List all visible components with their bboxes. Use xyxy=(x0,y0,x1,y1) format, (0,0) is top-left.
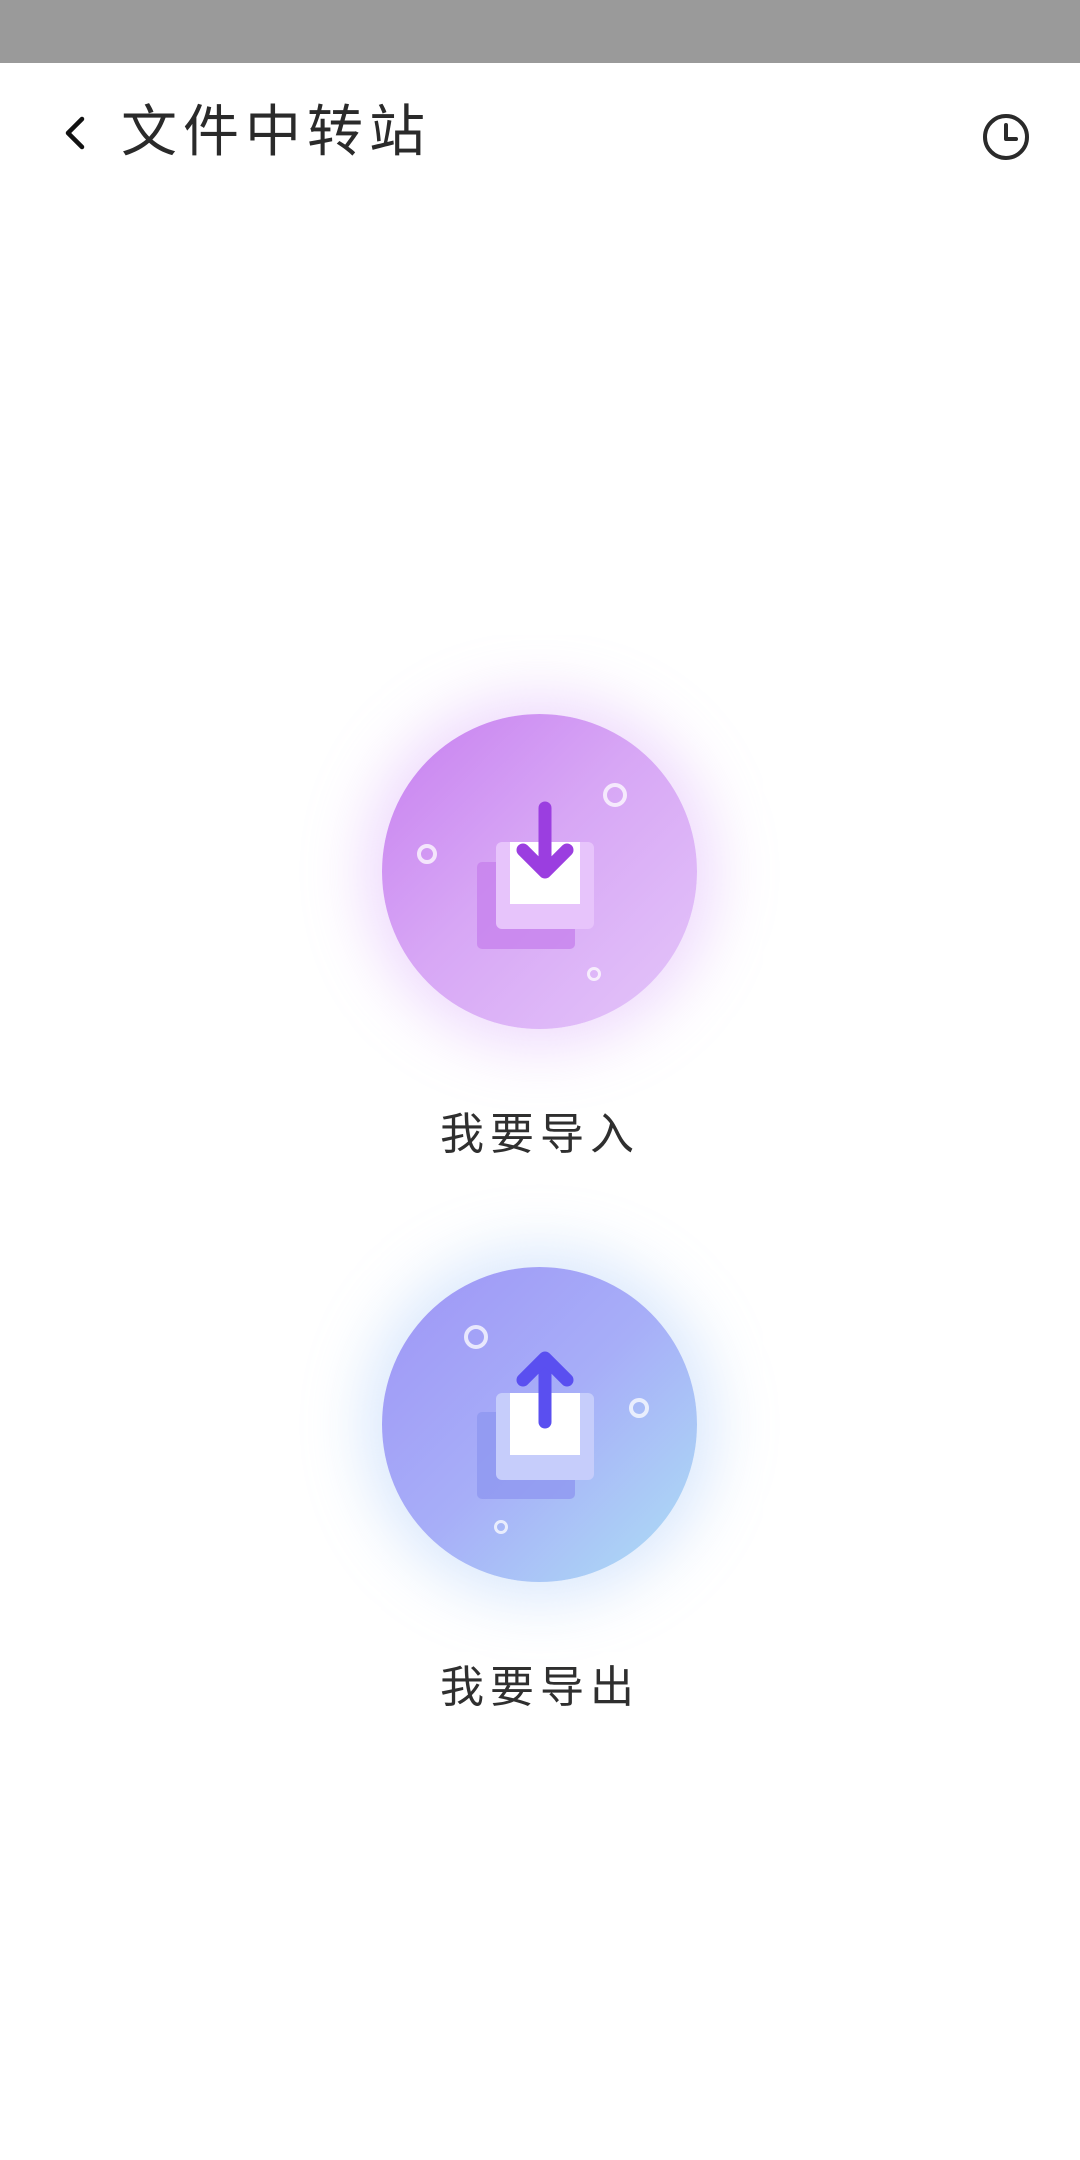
chevron-left-icon xyxy=(65,116,85,150)
export-action: 我要导出 xyxy=(0,1267,1080,1737)
status-bar xyxy=(0,0,1080,63)
export-button[interactable] xyxy=(382,1267,697,1582)
import-action: 我要导入 xyxy=(0,714,1080,1184)
header: 文件中转站 xyxy=(0,63,1080,211)
export-label[interactable]: 我要导出 xyxy=(0,1651,1080,1715)
download-icon xyxy=(417,783,627,981)
import-button[interactable] xyxy=(382,714,697,1029)
history-button[interactable] xyxy=(978,109,1034,165)
upload-icon xyxy=(464,1325,649,1534)
clock-icon xyxy=(983,114,1029,160)
back-button[interactable] xyxy=(44,101,108,165)
import-label[interactable]: 我要导入 xyxy=(0,1098,1080,1162)
page-title: 文件中转站 xyxy=(121,100,431,165)
import-circle xyxy=(382,714,697,1029)
export-circle xyxy=(382,1267,697,1582)
